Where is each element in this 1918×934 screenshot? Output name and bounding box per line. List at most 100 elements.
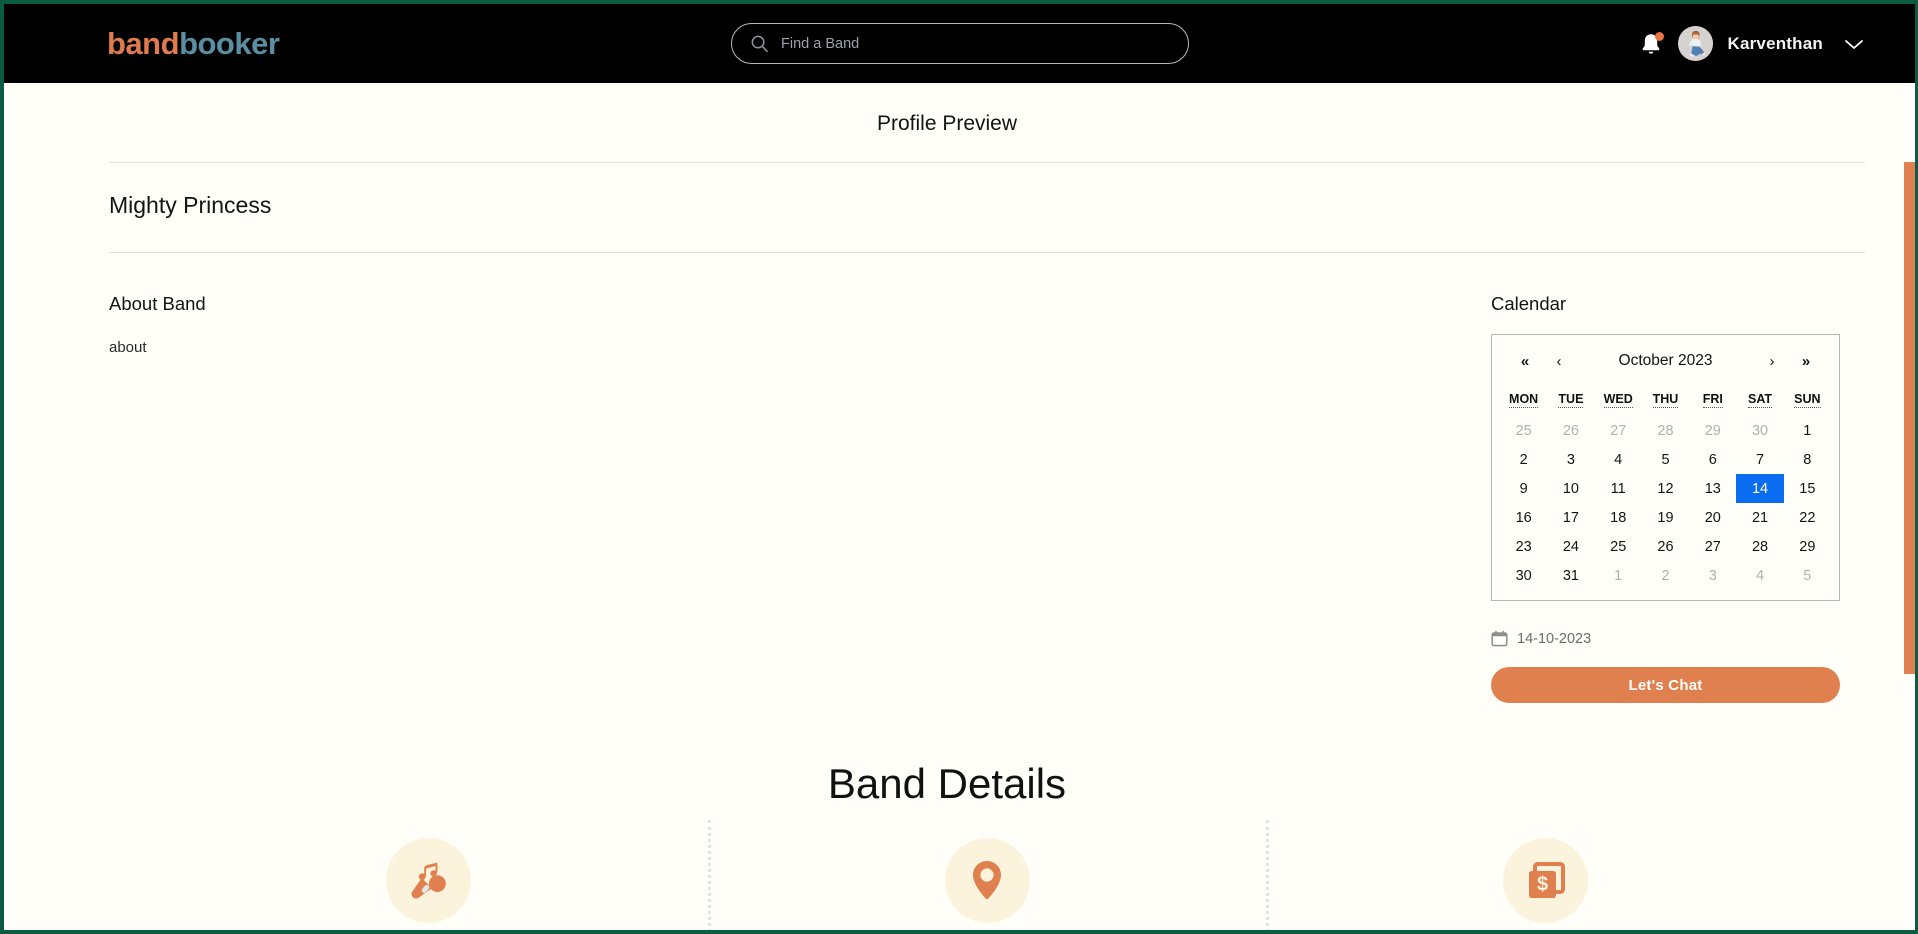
calendar-day[interactable]: 25 [1500, 416, 1547, 445]
page-title: Profile Preview [876, 112, 1018, 135]
divider-top [109, 162, 1865, 163]
username-label: Karventhan [1727, 33, 1823, 53]
chevron-down-icon[interactable] [1843, 37, 1865, 51]
calendar-day[interactable]: 2 [1642, 561, 1689, 590]
microphone-music-icon [411, 862, 447, 899]
calendar-heading: Calendar [1491, 293, 1567, 314]
calendar-day[interactable]: 20 [1689, 503, 1736, 532]
search-icon [751, 35, 768, 53]
location-pin-icon [973, 860, 1001, 899]
calendar-day[interactable]: 27 [1689, 532, 1736, 561]
calendar-day[interactable]: 12 [1642, 474, 1689, 503]
calendar-day[interactable]: 23 [1500, 532, 1547, 561]
calendar-week-row: 25 26 27 28 29 30 1 [1500, 416, 1831, 445]
calendar-day[interactable]: 2 [1500, 445, 1547, 474]
lets-chat-button[interactable]: Let's Chat [1491, 667, 1840, 703]
calendar-day[interactable]: 16 [1500, 503, 1547, 532]
calendar-weekday-label: WED [1603, 392, 1633, 408]
calendar-day[interactable]: 21 [1736, 503, 1783, 532]
calendar-next-month-button[interactable]: › [1755, 353, 1789, 370]
calendar-day[interactable]: 26 [1642, 532, 1689, 561]
content-columns: About Band about Calendar « ‹ October 20… [4, 293, 1915, 703]
user-avatar-icon [1678, 26, 1714, 61]
calendar-day[interactable]: 18 [1595, 503, 1642, 532]
calendar-day[interactable]: 26 [1547, 416, 1594, 445]
notification-badge-dot [1655, 31, 1665, 41]
calendar-next-year-button[interactable]: » [1789, 353, 1823, 370]
calendar-weekday-label: THU [1652, 392, 1679, 408]
calendar-day[interactable]: 22 [1784, 503, 1831, 532]
calendar-week-row: 16 17 18 19 20 21 22 [1500, 503, 1831, 532]
calendar-day[interactable]: 31 [1547, 561, 1594, 590]
about-band-text: about [109, 339, 147, 356]
calendar-day[interactable]: 8 [1784, 445, 1831, 474]
calendar-day[interactable]: 11 [1595, 474, 1642, 503]
calendar-week-row: 2345678 [1500, 445, 1831, 474]
search-box[interactable] [731, 23, 1189, 64]
calendar-day[interactable]: 30 [1500, 561, 1547, 590]
band-name-heading: Mighty Princess [109, 192, 272, 218]
calendar-day[interactable]: 28 [1736, 532, 1783, 561]
calendar-day[interactable]: 5 [1784, 561, 1831, 590]
calendar-day[interactable]: 28 [1642, 416, 1689, 445]
calendar-week-row: 9 10 11 12 13 14 15 [1500, 474, 1831, 503]
calendar-weekday-label: MON [1509, 392, 1539, 408]
bandbooker-logo[interactable]: bandbooker [107, 25, 280, 62]
calendar-day[interactable]: 13 [1689, 474, 1736, 503]
nav-right-cluster: Karventhan [1638, 4, 1865, 83]
money-invoice-icon-wrapper: $ [1503, 838, 1589, 923]
detail-item-music[interactable] [149, 838, 708, 923]
calendar-day[interactable]: 29 [1689, 416, 1736, 445]
detail-item-location[interactable] [707, 820, 1267, 930]
browser-viewport: bandbooker Find a Band Karventhan Profil… [4, 4, 1915, 930]
selected-date-display: 14-10-2023 [1491, 630, 1865, 647]
scrollbar-thumb[interactable] [1904, 162, 1915, 674]
calendar-day[interactable]: 27 [1595, 416, 1642, 445]
notifications-button[interactable] [1638, 30, 1665, 58]
calendar-weekday-wed: WED [1595, 388, 1642, 416]
calendar-day[interactable]: 1 [1595, 561, 1642, 590]
calendar-day[interactable]: 24 [1547, 532, 1594, 561]
calendar-icon [1491, 630, 1508, 647]
band-details-row: $ [4, 820, 1915, 930]
calendar-day[interactable]: 5 [1642, 445, 1689, 474]
svg-text:$: $ [1537, 873, 1548, 895]
calendar-section: Calendar « ‹ October 2023 › » MON TUE WED T… [1485, 293, 1865, 703]
calendar-nav: « ‹ October 2023 › » [1500, 344, 1831, 378]
calendar-weekday-label: FRI [1702, 392, 1723, 408]
page-scrollbar[interactable] [1904, 162, 1915, 930]
calendar-grid: MON TUE WED THU FRI SAT SUN 25 26 27 28 29 30 1 2 3 4 5 6… [1500, 388, 1831, 590]
calendar-prev-year-button[interactable]: « [1508, 353, 1542, 370]
divider-under-band-name [109, 252, 1865, 253]
calendar-weekday-tue: TUE [1547, 388, 1594, 416]
avatar[interactable] [1678, 26, 1714, 61]
calendar-weekday-sun: SUN [1784, 388, 1831, 416]
logo-text-band: band [107, 25, 180, 61]
calendar-day[interactable]: 4 [1736, 561, 1783, 590]
money-invoice-icon: $ [1528, 861, 1565, 898]
calendar-weekday-thu: THU [1642, 388, 1689, 416]
calendar-day[interactable]: 29 [1784, 532, 1831, 561]
calendar-day[interactable]: 9 [1500, 474, 1547, 503]
calendar-day[interactable]: 7 [1736, 445, 1783, 474]
calendar-day[interactable]: 3 [1547, 445, 1594, 474]
calendar-day[interactable]: 15 [1784, 474, 1831, 503]
calendar-day-selected[interactable]: 14 [1736, 474, 1784, 503]
calendar-day[interactable]: 10 [1547, 474, 1594, 503]
calendar-day[interactable]: 25 [1595, 532, 1642, 561]
detail-item-pricing[interactable]: $ [1266, 820, 1825, 930]
calendar-day[interactable]: 19 [1642, 503, 1689, 532]
calendar-day[interactable]: 3 [1689, 561, 1736, 590]
calendar-day[interactable]: 30 [1736, 416, 1783, 445]
search-input[interactable] [781, 24, 1174, 63]
selected-date-text: 14-10-2023 [1517, 630, 1592, 647]
calendar-day[interactable]: 17 [1547, 503, 1594, 532]
calendar-day[interactable]: 1 [1784, 416, 1831, 445]
calendar-day[interactable]: 4 [1595, 445, 1642, 474]
calendar-weekday-label: TUE [1558, 392, 1584, 408]
calendar-day[interactable]: 6 [1689, 445, 1736, 474]
calendar-month-label[interactable]: October 2023 [1576, 352, 1755, 370]
logo-text-booker: booker [179, 25, 280, 61]
calendar-prev-month-button[interactable]: ‹ [1542, 353, 1576, 370]
calendar-widget[interactable]: « ‹ October 2023 › » MON TUE WED THU FRI SAT S… [1491, 334, 1840, 601]
